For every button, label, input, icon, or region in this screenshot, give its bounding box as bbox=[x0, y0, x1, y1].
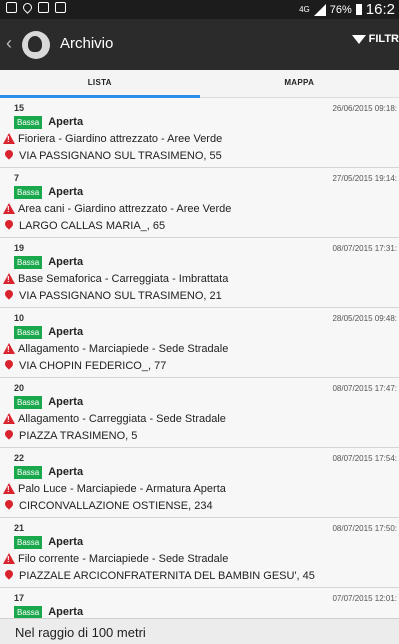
page-title: Archivio bbox=[60, 35, 114, 52]
map-pin-icon bbox=[3, 567, 15, 580]
tab-bar: LISTA MAPPA bbox=[0, 70, 399, 98]
item-address: PIAZZALE ARCICONFRATERNITA DEL BAMBIN GE… bbox=[19, 569, 315, 582]
priority-badge: Bassa bbox=[14, 465, 43, 479]
item-category: Palo Luce - Marciapiede - Armatura Apert… bbox=[18, 482, 226, 495]
map-pin-icon bbox=[3, 357, 15, 370]
clock: 16:2 bbox=[365, 1, 395, 18]
warning-icon bbox=[3, 273, 15, 284]
list-item[interactable]: 22 08/07/2015 17:54: BassaAperta Palo Lu… bbox=[0, 448, 399, 518]
priority-badge: Bassa bbox=[14, 185, 43, 199]
filter-icon bbox=[351, 34, 366, 44]
item-address: VIA PASSIGNANO SUL TRASIMENO, 21 bbox=[19, 289, 222, 302]
warning-icon bbox=[3, 203, 15, 214]
item-date: 27/05/2015 19:14: bbox=[332, 174, 397, 183]
radius-footer: Nel raggio di 100 metri bbox=[0, 618, 399, 644]
action-bar: ‹ Archivio FILTR bbox=[0, 19, 399, 70]
app-logo-icon[interactable] bbox=[22, 31, 50, 59]
priority-badge: Bassa bbox=[14, 325, 43, 339]
list-item[interactable]: 15 26/06/2015 09:18: BassaAperta Fiorier… bbox=[0, 98, 399, 168]
map-pin-icon bbox=[3, 287, 15, 300]
item-date: 08/07/2015 17:54: bbox=[332, 454, 397, 463]
item-address: VIA CHOPIN FEDERICO_, 77 bbox=[19, 359, 167, 372]
priority-badge: Bassa bbox=[14, 255, 43, 269]
item-category: Base Semaforica - Carreggiata - Imbratta… bbox=[18, 272, 229, 285]
warning-icon bbox=[3, 483, 15, 494]
warning-icon bbox=[3, 553, 15, 564]
network-type: 4G bbox=[299, 4, 310, 14]
item-date: 08/07/2015 17:47: bbox=[332, 384, 397, 393]
back-arrow-icon[interactable]: ‹ bbox=[6, 34, 12, 52]
signal-icon bbox=[313, 3, 326, 16]
location-icon bbox=[21, 1, 34, 14]
list-item[interactable]: 10 28/05/2015 09:48: BassaAperta Allagam… bbox=[0, 308, 399, 378]
item-address: PIAZZA TRASIMENO, 5 bbox=[19, 429, 138, 442]
filter-label: FILTR bbox=[368, 33, 399, 45]
map-pin-icon bbox=[3, 217, 15, 230]
map-pin-icon bbox=[3, 497, 15, 510]
tab-mappa[interactable]: MAPPA bbox=[200, 70, 399, 97]
item-address: LARGO CALLAS MARIA_, 65 bbox=[19, 219, 166, 232]
item-address: VIA PASSIGNANO SUL TRASIMENO, 55 bbox=[19, 149, 222, 162]
item-date: 08/07/2015 17:50: bbox=[332, 524, 397, 533]
priority-badge: Bassa bbox=[14, 395, 43, 409]
map-pin-icon bbox=[3, 427, 15, 440]
item-status: Aperta bbox=[48, 186, 84, 198]
warning-icon bbox=[3, 343, 15, 354]
tab-lista[interactable]: LISTA bbox=[0, 70, 200, 98]
item-category: Allagamento - Marciapiede - Sede Stradal… bbox=[18, 342, 229, 355]
item-status: Aperta bbox=[48, 466, 84, 478]
item-category: Allagamento - Carreggiata - Sede Stradal… bbox=[18, 412, 226, 425]
item-address: CIRCONVALLAZIONE OSTIENSE, 234 bbox=[19, 499, 213, 512]
map-pin-icon bbox=[3, 147, 15, 160]
item-date: 26/06/2015 09:18: bbox=[332, 104, 397, 113]
image-icon bbox=[55, 2, 66, 13]
filter-button[interactable]: FILTR bbox=[351, 33, 399, 45]
list-item[interactable]: 19 08/07/2015 17:31: BassaAperta Base Se… bbox=[0, 238, 399, 308]
list-item[interactable]: 17 07/07/2015 12:01: Bassa Aperta bbox=[0, 588, 399, 618]
priority-badge: Bassa bbox=[14, 535, 43, 549]
item-status: Aperta bbox=[48, 256, 84, 268]
item-status: Aperta bbox=[48, 606, 84, 618]
priority-badge: Bassa bbox=[14, 605, 43, 618]
warning-icon bbox=[3, 413, 15, 424]
notification-icon bbox=[6, 2, 17, 13]
item-date: 08/07/2015 17:31: bbox=[332, 244, 397, 253]
list-item[interactable]: 20 08/07/2015 17:47: BassaAperta Allagam… bbox=[0, 378, 399, 448]
list-item[interactable]: 7 27/05/2015 19:14: BassaAperta Area can… bbox=[0, 168, 399, 238]
report-list[interactable]: 15 26/06/2015 09:18: BassaAperta Fiorier… bbox=[0, 98, 399, 618]
item-category: Filo corrente - Marciapiede - Sede Strad… bbox=[18, 552, 229, 565]
warning-icon bbox=[3, 133, 15, 144]
battery-icon bbox=[355, 4, 362, 15]
item-status: Aperta bbox=[48, 326, 84, 338]
item-category: Area cani - Giardino attrezzato - Aree V… bbox=[18, 202, 232, 215]
status-bar: 4G 76% 16:2 bbox=[0, 0, 399, 19]
item-category: Fioriera - Giardino attrezzato - Aree Ve… bbox=[18, 132, 223, 145]
item-status: Aperta bbox=[48, 536, 84, 548]
item-status: Aperta bbox=[48, 116, 84, 128]
notification-icons bbox=[6, 1, 66, 14]
item-status: Aperta bbox=[48, 396, 84, 408]
priority-badge: Bassa bbox=[14, 115, 43, 129]
message-icon bbox=[38, 2, 49, 13]
item-date: 07/07/2015 12:01: bbox=[332, 594, 397, 603]
list-item[interactable]: 21 08/07/2015 17:50: BassaAperta Filo co… bbox=[0, 518, 399, 588]
battery-percent: 76% bbox=[329, 3, 352, 16]
item-date: 28/05/2015 09:48: bbox=[332, 314, 397, 323]
